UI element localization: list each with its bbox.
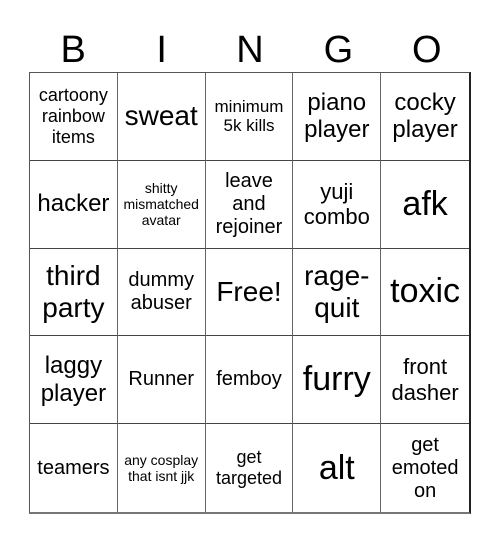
cell-text: front dasher <box>391 354 459 405</box>
bingo-cell[interactable]: yuji combo <box>293 160 382 249</box>
bingo-cell[interactable]: any cosplay that isnt jjk <box>118 424 206 512</box>
cell-text: shitty mismatched avatar <box>123 180 199 229</box>
bingo-cell[interactable]: dummy abuser <box>117 248 206 337</box>
bingo-header: B I N G O <box>29 28 471 72</box>
cell-text: alt <box>318 448 355 487</box>
header-letter-o: O <box>412 29 442 71</box>
cell-text: laggy player <box>40 352 107 407</box>
cell-text: sweat <box>124 100 198 132</box>
cell-text: Runner <box>128 368 194 391</box>
cell-text: any cosplay that isnt jjk <box>124 452 199 485</box>
bingo-cell[interactable]: leave and rejoiner <box>205 160 294 249</box>
cell-text: third party <box>42 259 105 323</box>
bingo-cell[interactable]: shitty mismatched avatar <box>117 160 206 249</box>
header-letter-n: N <box>236 29 264 71</box>
cell-text: furry <box>302 360 371 399</box>
cell-text: cartoony rainbow items <box>38 85 108 147</box>
cell-text: minimum 5k kills <box>214 96 284 136</box>
bingo-cell[interactable]: Runner <box>117 336 206 425</box>
cell-text: Free! <box>216 275 282 307</box>
bingo-cell[interactable]: cocky player <box>381 73 469 161</box>
bingo-cell[interactable]: alt <box>293 424 382 512</box>
bingo-cell[interactable]: toxic <box>381 249 469 337</box>
bingo-cell[interactable]: teamers <box>30 424 118 512</box>
cell-text: dummy abuser <box>128 268 194 314</box>
cell-text: yuji combo <box>303 178 370 230</box>
bingo-cell[interactable]: get emoted on <box>381 424 469 512</box>
bingo-cell[interactable]: minimum 5k kills <box>205 73 294 161</box>
cell-text: toxic <box>390 272 461 311</box>
cell-text: teamers <box>37 456 110 479</box>
header-letter-b: B <box>60 29 86 71</box>
free-space[interactable]: Free! <box>205 248 294 337</box>
bingo-cell[interactable]: third party <box>30 248 118 337</box>
cell-text: leave and rejoiner <box>215 169 283 238</box>
bingo-grid: cartoony rainbow items sweat minimum 5k … <box>29 72 471 514</box>
cell-text: afk <box>402 184 448 223</box>
cell-text: femboy <box>216 368 282 391</box>
bingo-cell[interactable]: hacker <box>30 160 118 249</box>
bingo-cell[interactable]: femboy <box>205 336 294 425</box>
cell-text: get targeted <box>215 447 283 489</box>
bingo-cell[interactable]: get targeted <box>206 424 294 512</box>
bingo-cell[interactable]: piano player <box>293 73 382 161</box>
header-letter-g: G <box>323 29 354 71</box>
bingo-cell[interactable]: afk <box>381 161 469 249</box>
bingo-cell[interactable]: rage-quit <box>293 248 382 337</box>
cell-text: get emoted on <box>391 433 459 502</box>
bingo-cell[interactable]: front dasher <box>381 336 469 425</box>
cell-text: cocky player <box>392 88 458 144</box>
bingo-cell[interactable]: laggy player <box>30 336 118 425</box>
cell-text: rage-quit <box>304 259 370 323</box>
bingo-cell[interactable]: sweat <box>117 73 206 161</box>
bingo-cell[interactable]: cartoony rainbow items <box>30 73 118 161</box>
header-letter-i: I <box>156 29 167 71</box>
bingo-cell[interactable]: furry <box>293 336 382 425</box>
cell-text: hacker <box>37 190 110 218</box>
cell-text: piano player <box>304 88 370 144</box>
